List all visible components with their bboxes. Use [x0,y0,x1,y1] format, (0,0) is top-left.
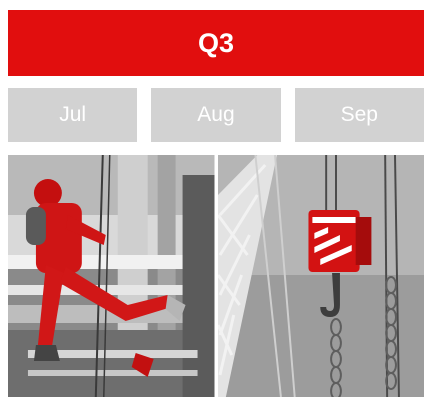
quarter-label: Q3 [197,27,235,58]
crane-hook-photo [217,155,424,397]
tab-jul[interactable]: Jul [8,88,138,142]
month-label: Sep [340,103,378,126]
tab-aug[interactable]: Aug [151,88,281,142]
tab-sep[interactable]: Sep [294,88,424,142]
photo-strip [8,155,424,397]
rope-access-worker-icon [8,155,215,397]
crane-hook-icon [217,155,424,397]
month-label: Aug [197,103,235,126]
quarter-header: Q3 [8,10,424,76]
rope-access-worker-photo [8,155,215,397]
month-label: Jul [59,103,87,126]
month-tabs: Jul Aug Sep [8,88,424,142]
